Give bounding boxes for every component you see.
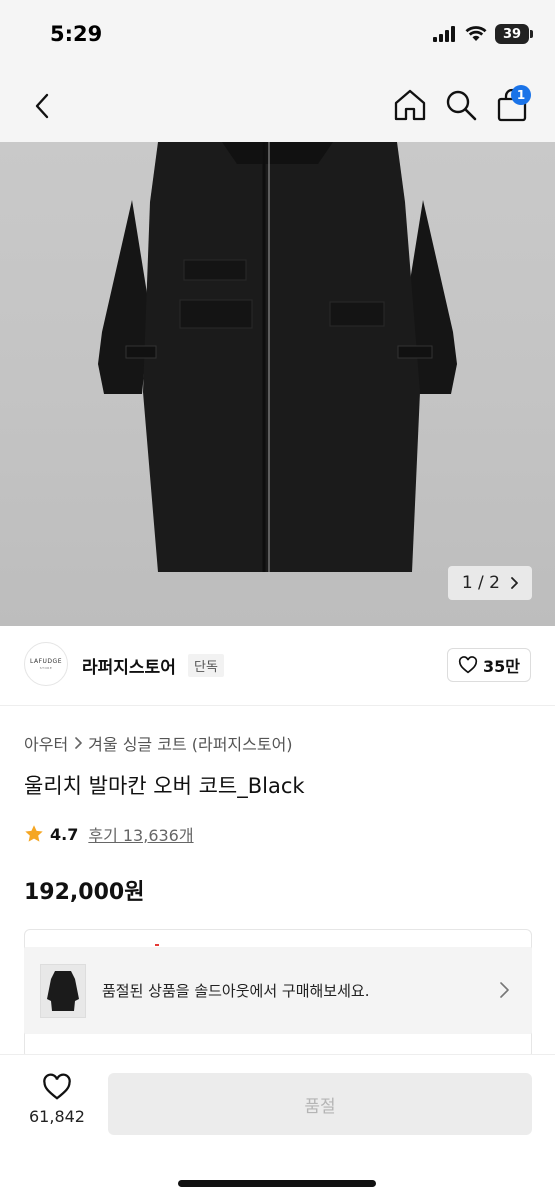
soldout-thumbnail	[40, 964, 86, 1018]
bottom-action-bar: 61,842 품절	[0, 1054, 555, 1200]
nav-bar	[0, 70, 555, 142]
rating-value: 4.7	[50, 824, 79, 844]
product-price: 192,000원	[24, 880, 145, 905]
signal-icon	[433, 26, 455, 42]
heart-icon	[43, 1073, 71, 1100]
image-counter[interactable]: 1 / 2	[447, 566, 532, 600]
store-like-count: 35만	[483, 657, 520, 676]
breadcrumb-subcategory[interactable]: 겨울 싱글 코트 (라퍼지스토어)	[88, 731, 292, 755]
search-button[interactable]	[444, 88, 478, 122]
status-icons: 39	[433, 24, 533, 44]
image-counter-text: 1 / 2	[461, 573, 500, 593]
wish-button[interactable]: 61,842	[24, 1073, 90, 1137]
soldout-text: 품절된 상품을 솔드아웃에서 구매해보세요.	[102, 982, 370, 1000]
product-image[interactable]: 1 / 2	[0, 142, 555, 626]
home-indicator	[178, 1180, 376, 1187]
store-row: LAFUDGE STORE 라퍼지스토어 단독 35만	[0, 626, 555, 706]
coat-thumbnail-image	[47, 971, 79, 1011]
home-button[interactable]	[393, 88, 427, 122]
wifi-icon	[465, 26, 487, 41]
soldout-banner[interactable]: 품절된 상품을 솔드아웃에서 구매해보세요.	[24, 947, 532, 1034]
chevron-right-icon	[75, 737, 82, 749]
status-time: 5:29	[50, 22, 103, 46]
rating-row: 4.7 후기 13,636개	[24, 822, 194, 846]
product-title: 울리치 발마칸 오버 코트_Black	[24, 774, 305, 798]
breadcrumb-category[interactable]: 아우터	[24, 731, 68, 755]
heart-icon	[458, 656, 478, 674]
exclusive-tag: 단독	[188, 654, 224, 677]
search-icon	[446, 90, 477, 121]
cart-count-badge: 1	[511, 85, 531, 105]
wish-count: 61,842	[29, 1107, 85, 1126]
back-button[interactable]	[26, 90, 58, 122]
buy-button[interactable]: 품절	[108, 1073, 532, 1135]
store-name[interactable]: 라퍼지스토어	[82, 653, 176, 678]
store-logo[interactable]: LAFUDGE STORE	[24, 642, 68, 686]
chevron-left-icon	[35, 93, 49, 119]
red-mark	[155, 944, 159, 946]
store-like-button[interactable]: 35만	[447, 648, 531, 682]
breadcrumb: 아우터 겨울 싱글 코트 (라퍼지스토어)	[24, 731, 293, 755]
status-bar: 5:29 39	[0, 0, 555, 70]
chevron-right-icon	[500, 982, 509, 998]
star-icon	[25, 825, 43, 842]
store-logo-subtext: STORE	[39, 666, 53, 670]
battery-level: 39	[502, 26, 522, 42]
battery-indicator: 39	[495, 24, 533, 44]
coat-image	[98, 142, 457, 572]
store-logo-text: LAFUDGE	[30, 658, 62, 665]
chevron-right-icon	[511, 577, 518, 589]
home-icon	[394, 89, 426, 121]
review-link[interactable]: 후기 13,636개	[88, 822, 193, 846]
